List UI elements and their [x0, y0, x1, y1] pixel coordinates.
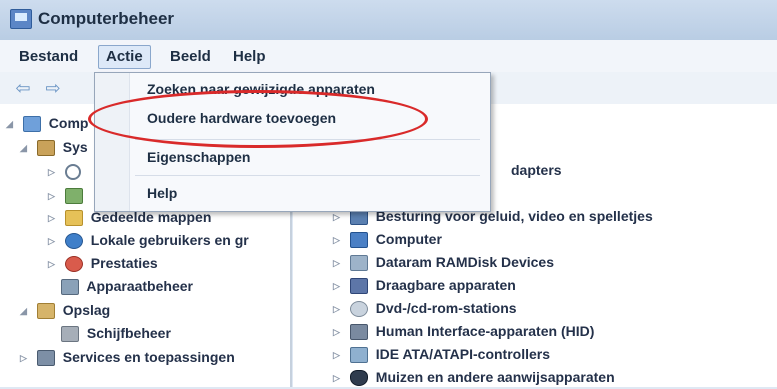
back-arrow-icon[interactable]: ⇦ — [12, 79, 34, 97]
device-category-computer[interactable]: ▷ Computer — [333, 228, 442, 250]
tree-item-root[interactable]: ◢ Comp — [6, 112, 88, 134]
expand-icon: ▷ — [48, 213, 55, 224]
ide-controller-icon — [349, 347, 368, 364]
tree-item-performance[interactable]: ▷ Prestaties — [48, 252, 158, 274]
expand-icon: ▷ — [333, 235, 340, 246]
performance-icon — [64, 256, 83, 273]
device-category-label: Human Interface-apparaten (HID) — [375, 323, 595, 339]
device-category-mouse[interactable]: ▷ Muizen en andere aanwijsapparaten — [333, 366, 615, 388]
collapse-icon: ◢ — [20, 306, 27, 317]
storage-icon — [36, 303, 55, 320]
menu-item-scan-hardware[interactable]: Zoeken naar gewijzigde apparaten — [147, 77, 375, 101]
expand-icon: ▷ — [333, 373, 340, 384]
menu-item-help[interactable]: Help — [147, 181, 177, 205]
device-category-portable[interactable]: ▷ Draagbare apparaten — [333, 274, 516, 296]
tree-item-event-viewer[interactable]: ▷ — [48, 184, 87, 206]
menu-actie[interactable]: Actie — [98, 45, 151, 69]
tree-item-label: Lokale gebruikers en gr — [90, 232, 249, 248]
tree-item-label: Opslag — [62, 302, 111, 318]
device-manager-icon — [61, 279, 79, 296]
tree-item-label: Comp — [48, 115, 89, 131]
tree-item-label: Prestaties — [90, 255, 158, 271]
tree-item-system[interactable]: ◢ Sys — [20, 136, 88, 158]
shared-folder-icon — [64, 210, 83, 227]
tree-item-task-scheduler[interactable]: ▷ — [48, 160, 85, 182]
tree-item-storage[interactable]: ◢ Opslag — [20, 299, 110, 321]
tree-item-device-manager[interactable]: Apparaatbeheer — [58, 275, 193, 297]
collapse-icon: ◢ — [20, 143, 27, 154]
users-icon — [64, 233, 83, 250]
tree-item-label: Services en toepassingen — [62, 349, 235, 365]
device-category-label: Computer — [375, 231, 442, 247]
dvd-icon — [349, 301, 368, 318]
menu-beeld[interactable]: Beeld — [163, 46, 218, 68]
expand-icon: ▷ — [333, 258, 340, 269]
computer-management-icon — [22, 116, 41, 133]
tree-item-disk-management[interactable]: Schijfbeheer — [58, 322, 171, 344]
menu-bestand[interactable]: Bestand — [12, 46, 85, 68]
computer-icon — [349, 232, 368, 249]
device-category-label: Dataram RAMDisk Devices — [375, 254, 554, 270]
computer-management-icon — [10, 9, 32, 29]
hid-icon — [349, 324, 368, 341]
expand-icon: ▷ — [333, 327, 340, 338]
title-bar: Computerbeheer — [0, 0, 777, 41]
device-category-hid[interactable]: ▷ Human Interface-apparaten (HID) — [333, 320, 594, 342]
expand-icon: ▷ — [48, 236, 55, 247]
window-title: Computerbeheer — [38, 9, 175, 28]
menu-gutter — [95, 73, 130, 211]
device-category-ide[interactable]: ▷ IDE ATA/ATAPI-controllers — [333, 343, 550, 365]
tree-item-local-users[interactable]: ▷ Lokale gebruikers en gr — [48, 229, 249, 251]
expand-icon: ▷ — [333, 350, 340, 361]
device-category-ramdisk[interactable]: ▷ Dataram RAMDisk Devices — [333, 251, 554, 273]
tree-item-label: Apparaatbeheer — [86, 278, 193, 294]
expand-icon: ▷ — [48, 167, 55, 178]
device-category-label: IDE ATA/ATAPI-controllers — [375, 346, 551, 362]
clock-icon — [64, 164, 81, 181]
portable-device-icon — [349, 278, 368, 295]
disk-icon — [61, 326, 79, 343]
forward-arrow-icon[interactable]: ⇨ — [42, 79, 64, 97]
menu-bar: Bestand Actie Beeld Help — [0, 40, 777, 73]
expand-icon: ▷ — [333, 281, 340, 292]
mouse-icon — [349, 370, 368, 387]
tree-item-label: Schijfbeheer — [86, 325, 171, 341]
ramdisk-icon — [349, 255, 368, 272]
expand-icon: ▷ — [48, 259, 55, 270]
services-icon — [36, 350, 55, 367]
expand-icon: ▷ — [48, 191, 55, 202]
menu-help[interactable]: Help — [226, 46, 273, 68]
device-category-label: Muizen en andere aanwijsapparaten — [375, 369, 615, 385]
menu-item-properties[interactable]: Eigenschappen — [147, 145, 250, 169]
menu-item-add-legacy-hardware[interactable]: Oudere hardware toevoegen — [147, 106, 336, 130]
partial-row-2: dapters — [511, 162, 562, 178]
event-viewer-icon — [64, 188, 83, 205]
tree-item-services[interactable]: ▷ Services en toepassingen — [20, 346, 235, 368]
device-category-label: Draagbare apparaten — [375, 277, 516, 293]
device-category-dvd[interactable]: ▷ Dvd-/cd-rom-stations — [333, 297, 517, 319]
collapse-icon: ◢ — [6, 119, 13, 130]
expand-icon: ▷ — [20, 353, 27, 364]
tree-item-label: Sys — [62, 139, 88, 155]
device-category-label: Dvd-/cd-rom-stations — [375, 300, 517, 316]
actie-dropdown-menu: Zoeken naar gewijzigde apparaten Oudere … — [94, 72, 491, 212]
menu-separator — [135, 175, 480, 176]
menu-separator — [135, 139, 480, 140]
tools-icon — [36, 140, 55, 157]
expand-icon: ▷ — [333, 304, 340, 315]
